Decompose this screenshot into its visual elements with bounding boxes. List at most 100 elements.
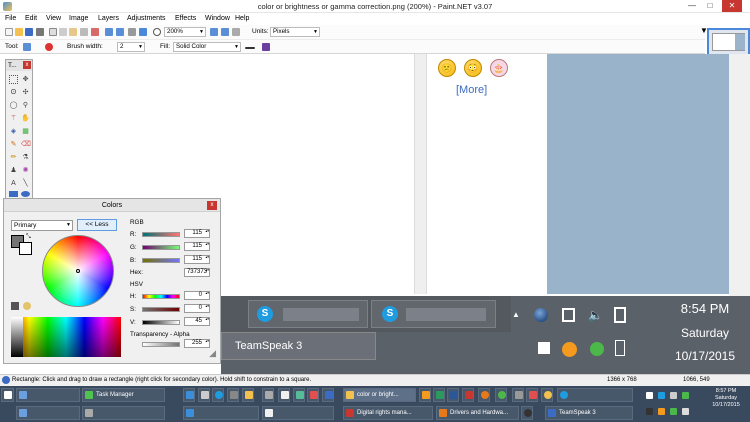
pan-tool-icon[interactable]: ✋ [21,114,30,123]
color-mode-select[interactable]: Primary ▼ [11,220,73,231]
rectangle-tool-icon[interactable] [9,191,18,197]
taskbar-monitor-icon[interactable] [227,388,239,402]
taskbar-item-4[interactable] [183,406,259,420]
r-slider[interactable] [142,232,180,237]
color-picker-tool-icon[interactable]: ⚗ [21,153,30,162]
move-tool-icon[interactable]: ✥ [21,75,30,84]
color-mode-icon[interactable] [45,43,53,51]
taskbar-drm[interactable]: Digital rights mana... [343,406,433,420]
colors-close-button[interactable]: x [207,201,217,210]
tray-update-icon[interactable] [682,392,689,399]
taskbar-app-icon[interactable] [262,388,274,402]
menu-layers[interactable]: Layers [98,15,119,22]
taskbar-drivers[interactable]: Drivers and Hardwa... [436,406,519,420]
minimize-button[interactable]: — [684,0,700,12]
taskbar-vlc-icon[interactable] [419,388,431,402]
alpha-input[interactable]: 255 [184,339,210,348]
swap-colors-icon[interactable]: ⤡ [26,234,31,241]
taskbar-mail-icon[interactable] [198,388,210,402]
taskbar-web-icon[interactable] [293,388,305,402]
grid-icon[interactable] [128,28,136,36]
taskbar-task-manager[interactable]: Task Manager [82,388,165,402]
g-input[interactable]: 115 [184,242,210,251]
color-wheel[interactable] [42,235,114,307]
taskbar-paintnet[interactable]: color or bright... [343,388,416,402]
paste-icon[interactable] [69,28,77,36]
menu-image[interactable]: Image [69,15,88,22]
zoom-combo[interactable]: 200% ▼ [164,27,206,37]
tray-sync-icon[interactable] [670,408,677,415]
new-icon[interactable] [5,28,13,36]
palette-reset-icon[interactable] [23,302,31,310]
lasso-tool-icon[interactable]: ʘ [9,88,18,97]
s-input[interactable]: 0 [184,304,210,313]
print-icon[interactable] [36,28,44,36]
tray-volume-icon[interactable] [682,408,689,415]
taskbar-item-5[interactable] [262,406,334,420]
menu-help[interactable]: Help [235,15,249,22]
resize-grip-icon[interactable]: ◢ [209,348,216,359]
menu-file[interactable]: File [5,15,16,22]
taskbar-folder-icon[interactable] [242,388,254,402]
redo-icon[interactable] [116,28,124,36]
settings-icon[interactable] [139,28,147,36]
system-clock[interactable]: 8:57 PM Saturday 10/17/2015 [706,388,746,409]
gradient-tool-icon[interactable]: ▦ [21,127,30,136]
less-button[interactable]: << Less [77,219,117,231]
magic-wand-tool-icon[interactable]: ⚚ [9,114,18,123]
tray-avast-icon[interactable] [658,408,665,415]
taskbar-skype-icon[interactable] [212,388,224,402]
taskbar-ts-icon[interactable] [521,406,533,420]
tray-skype-icon[interactable] [658,392,665,399]
taskbar-skype-window[interactable] [557,388,633,402]
fill-combo[interactable]: Solid Color ▼ [173,42,241,52]
start-button[interactable] [1,388,14,402]
blend-mode-icon[interactable] [262,43,270,51]
pencil-tool-icon[interactable]: ✏ [9,153,18,162]
menu-window[interactable]: Window [205,15,230,22]
rect-select-tool-icon[interactable] [9,75,18,84]
deselect-icon[interactable] [91,28,99,36]
maximize-button[interactable]: □ [702,0,718,12]
menu-view[interactable]: View [46,15,61,22]
tools-close-button[interactable]: x [23,61,31,69]
h-slider[interactable] [142,294,180,299]
v-slider[interactable] [142,320,180,325]
taskbar-word-icon[interactable] [447,388,459,402]
close-button[interactable]: ✕ [722,0,742,12]
actual-size-icon[interactable] [232,28,240,36]
zoom-in-icon[interactable] [210,28,218,36]
eraser-tool-icon[interactable]: ⌫ [21,140,31,149]
alpha-slider[interactable] [142,342,180,347]
paint-bucket-tool-icon[interactable]: ◈ [9,127,18,136]
menu-adjustments[interactable]: Adjustments [127,15,166,22]
color-palette[interactable] [11,317,121,357]
crop-icon[interactable] [80,28,88,36]
text-tool-icon[interactable]: A [9,179,18,188]
cut-icon[interactable] [49,28,57,36]
tray-ts-icon[interactable] [646,408,653,415]
s-slider[interactable] [142,307,180,312]
taskbar-item-1[interactable] [16,388,80,402]
taskbar-smile-icon[interactable] [541,388,553,402]
h-input[interactable]: 0 [184,291,210,300]
units-combo[interactable]: Pixels ▼ [270,27,320,37]
antialias-icon[interactable] [245,47,255,49]
more-link[interactable]: [More] [456,84,487,96]
line-tool-icon[interactable]: ╲ [21,179,30,188]
image-thumbnail[interactable] [707,28,750,56]
paintbrush-tool-icon[interactable]: ✎ [9,140,18,149]
r-input[interactable]: 115 [184,229,210,238]
tray-battery-icon[interactable] [646,392,653,399]
undo-icon[interactable] [105,28,113,36]
ellipse-select-tool-icon[interactable]: ◯ [9,101,18,110]
taskbar-flag-icon[interactable] [526,388,538,402]
palette-menu-icon[interactable] [11,302,19,310]
tray-network-icon[interactable] [670,392,677,399]
taskbar-item-2[interactable] [16,406,80,420]
taskbar-chrome-icon[interactable] [495,388,507,402]
taskbar-store-icon[interactable] [433,388,445,402]
taskbar-gear-icon[interactable] [512,388,524,402]
ellipse-tool-icon[interactable] [21,191,30,197]
open-icon[interactable] [15,28,23,36]
